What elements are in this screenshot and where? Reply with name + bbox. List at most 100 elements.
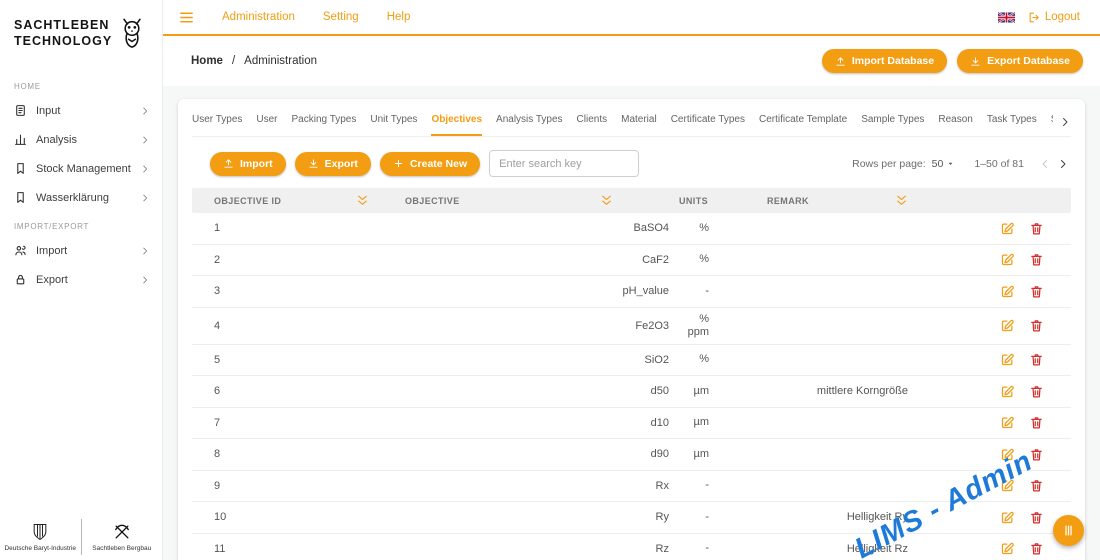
tab-clients[interactable]: Clients xyxy=(577,114,608,136)
sort-icon[interactable] xyxy=(895,194,908,207)
import-database-label: Import Database xyxy=(851,55,935,67)
edit-row-button[interactable] xyxy=(1000,478,1015,493)
pagination: Rows per page: 50 1–50 of 81 xyxy=(852,158,1069,170)
logout-icon xyxy=(1028,11,1041,24)
edit-row-button[interactable] xyxy=(1000,252,1015,267)
cell-actions xyxy=(986,279,1071,304)
topnav-help[interactable]: Help xyxy=(387,11,411,23)
delete-row-button[interactable] xyxy=(1029,447,1044,462)
sidebar-nav: HOME Input Analysis Stock Management Wasserk… xyxy=(0,72,162,294)
sort-icon[interactable] xyxy=(356,194,369,207)
delete-row-button[interactable] xyxy=(1029,221,1044,236)
breadcrumb-current: Administration xyxy=(244,55,318,67)
rows-per-page-select[interactable]: 50 xyxy=(932,158,956,170)
delete-row-button[interactable] xyxy=(1029,352,1044,367)
admin-card: User Types User Packing Types Unit Types Obj… xyxy=(178,99,1085,560)
footer-logo-deutsche-baryt-industrie: Deutsche Baryt-Industrie xyxy=(0,519,81,555)
edit-row-button[interactable] xyxy=(1000,284,1015,299)
language-flag-icon[interactable] xyxy=(997,11,1015,23)
next-page-button[interactable] xyxy=(1057,158,1069,170)
owl-logo-icon xyxy=(117,16,147,50)
search-input[interactable] xyxy=(489,150,640,177)
edit-row-button[interactable] xyxy=(1000,384,1015,399)
cell-objective: Rx xyxy=(655,479,669,492)
previous-page-button[interactable] xyxy=(1039,158,1051,170)
cell-units: % xyxy=(699,253,709,266)
edit-row-button[interactable] xyxy=(1000,221,1015,236)
import-database-button[interactable]: Import Database xyxy=(821,49,948,73)
topnav-setting[interactable]: Setting xyxy=(323,11,359,23)
sidebar-item-wasserklärung[interactable]: Wasserklärung xyxy=(0,183,162,212)
cell-objective-id: 11 xyxy=(214,542,226,555)
delete-row-button[interactable] xyxy=(1029,284,1044,299)
fab-settings-button[interactable] xyxy=(1053,515,1084,546)
delete-row-button[interactable] xyxy=(1029,478,1044,493)
upload-icon xyxy=(223,158,234,169)
cell-units: µm xyxy=(693,416,709,429)
cell-units: µm xyxy=(693,447,709,460)
tab-objectives[interactable]: Objectives xyxy=(431,114,483,136)
sidebar-item-analysis[interactable]: Analysis xyxy=(0,125,162,154)
cell-objective: Rz xyxy=(655,542,669,555)
export-database-button[interactable]: Export Database xyxy=(957,49,1083,73)
delete-row-button[interactable] xyxy=(1029,384,1044,399)
delete-row-button[interactable] xyxy=(1029,510,1044,525)
main-column: Administration Setting Help Logout Home / … xyxy=(163,0,1100,560)
logout-button[interactable]: Logout xyxy=(1028,11,1080,24)
hamburger-menu-icon[interactable] xyxy=(178,9,195,26)
edit-row-button[interactable] xyxy=(1000,541,1015,556)
tab-task-types[interactable]: Task Types xyxy=(987,114,1037,136)
tab-certificate-types[interactable]: Certificate Types xyxy=(671,114,745,136)
column-header-remark: REMARK xyxy=(767,194,986,207)
sort-icon[interactable] xyxy=(600,194,613,207)
cell-objective-id: 9 xyxy=(214,479,221,492)
import-button[interactable]: Import xyxy=(210,151,286,176)
delete-row-button[interactable] xyxy=(1029,541,1044,556)
baryt-crest-icon xyxy=(30,522,50,542)
delete-row-button[interactable] xyxy=(1029,415,1044,430)
tab-user-types[interactable]: User Types xyxy=(192,114,242,136)
tab-user[interactable]: User xyxy=(256,114,277,136)
table-row: 10 Ry - Helligkeit Ry xyxy=(192,502,1071,534)
edit-row-button[interactable] xyxy=(1000,415,1015,430)
cell-remark xyxy=(767,449,986,459)
chevron-right-icon xyxy=(140,246,150,256)
sidebar-item-input[interactable]: Input xyxy=(0,96,162,125)
download-icon xyxy=(308,158,319,169)
tab-material[interactable]: Material xyxy=(621,114,657,136)
export-button[interactable]: Export xyxy=(294,151,371,176)
cell-objective: CaF2 xyxy=(642,253,669,266)
delete-row-button[interactable] xyxy=(1029,318,1044,333)
tab-certificate-template[interactable]: Certificate Template xyxy=(759,114,847,136)
tab-sample-types[interactable]: Sample Types xyxy=(861,114,924,136)
cell-actions xyxy=(986,442,1071,467)
tabs-scroll-right-button[interactable] xyxy=(1059,116,1071,128)
caret-down-icon xyxy=(946,159,955,168)
topnav-administration[interactable]: Administration xyxy=(222,11,295,23)
delete-row-button[interactable] xyxy=(1029,252,1044,267)
sidebar-item-stock-management[interactable]: Stock Management xyxy=(0,154,162,183)
edit-row-button[interactable] xyxy=(1000,352,1015,367)
cell-remark: Helligkeit Ry xyxy=(846,511,908,524)
toolbar: Import Export Create New Rows per page: xyxy=(192,137,1071,188)
cell-actions xyxy=(986,247,1071,272)
tab-unit-types[interactable]: Unit Types xyxy=(370,114,417,136)
tab-packing-types[interactable]: Packing Types xyxy=(292,114,357,136)
footer-logo-label: Deutsche Baryt-Industrie xyxy=(4,545,77,552)
tabs: User Types User Packing Types Unit Types Obj… xyxy=(192,99,1053,136)
breadcrumb-home[interactable]: Home xyxy=(191,55,223,67)
create-new-button[interactable]: Create New xyxy=(379,151,481,176)
tab-analysis-types[interactable]: Analysis Types xyxy=(496,114,563,136)
edit-row-button[interactable] xyxy=(1000,510,1015,525)
tab-reason[interactable]: Reason xyxy=(938,114,972,136)
sidebar-section-label-home: HOME xyxy=(14,82,41,91)
sidebar-item-label: Export xyxy=(36,273,68,286)
download-icon xyxy=(970,56,981,67)
tab-settings[interactable]: Settings xyxy=(1051,114,1053,136)
edit-row-button[interactable] xyxy=(1000,318,1015,333)
edit-row-button[interactable] xyxy=(1000,447,1015,462)
sidebar-item-export[interactable]: Export xyxy=(0,265,162,294)
sidebar-item-import[interactable]: Import xyxy=(0,236,162,265)
breadcrumb-bar: Home / Administration Import Database Ex… xyxy=(163,36,1100,86)
pagination-range: 1–50 of 81 xyxy=(974,157,1024,170)
